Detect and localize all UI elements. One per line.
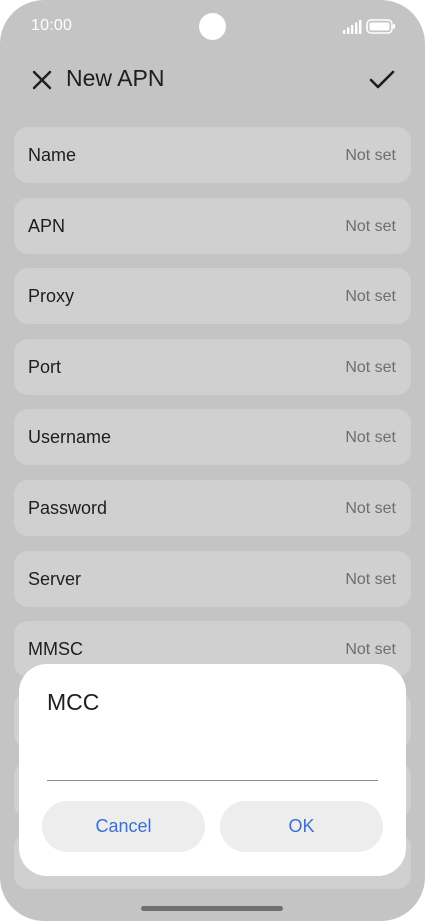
setting-row-apn[interactable]: APN Not set xyxy=(14,197,411,254)
home-indicator[interactable] xyxy=(141,906,283,911)
setting-label: Password xyxy=(28,497,108,518)
setting-label: APN xyxy=(28,215,66,236)
setting-value: Not set xyxy=(345,217,396,235)
phone-screen: 10:00 New APN Name Not set APN Not set P… xyxy=(0,0,425,921)
status-bar: 10:00 xyxy=(0,0,425,54)
cancel-button[interactable]: Cancel xyxy=(42,801,205,852)
setting-value: Not set xyxy=(345,358,396,376)
setting-label: Proxy xyxy=(28,286,75,307)
camera-cutout xyxy=(199,13,226,40)
page-title: New APN xyxy=(66,65,165,91)
setting-label: Port xyxy=(28,356,62,377)
battery-icon xyxy=(366,19,395,34)
setting-row-server[interactable]: Server Not set xyxy=(14,550,411,607)
setting-label: Username xyxy=(28,427,112,448)
setting-row-proxy[interactable]: Proxy Not set xyxy=(14,268,411,325)
mcc-dialog: MCC Cancel OK xyxy=(19,664,406,876)
setting-value: Not set xyxy=(345,429,396,447)
setting-value: Not set xyxy=(345,570,396,588)
check-icon[interactable] xyxy=(368,68,396,92)
setting-value: Not set xyxy=(345,288,396,306)
setting-row-port[interactable]: Port Not set xyxy=(14,338,411,395)
setting-label: Name xyxy=(28,145,77,165)
setting-row-name[interactable]: Name Not set xyxy=(14,127,411,183)
setting-row-password[interactable]: Password Not set xyxy=(14,479,411,536)
setting-row-username[interactable]: Username Not set xyxy=(14,409,411,466)
mcc-input[interactable] xyxy=(47,740,378,781)
status-time: 10:00 xyxy=(31,17,73,34)
setting-value: Not set xyxy=(345,641,396,659)
setting-label: Server xyxy=(28,568,82,589)
dialog-title: MCC xyxy=(47,689,100,715)
ok-button[interactable]: OK xyxy=(220,801,383,852)
setting-value: Not set xyxy=(345,147,396,164)
close-icon[interactable] xyxy=(30,68,54,92)
app-bar: New APN xyxy=(0,54,425,108)
setting-value: Not set xyxy=(345,499,396,517)
signal-icon xyxy=(343,20,362,34)
setting-label: MMSC xyxy=(28,639,83,660)
